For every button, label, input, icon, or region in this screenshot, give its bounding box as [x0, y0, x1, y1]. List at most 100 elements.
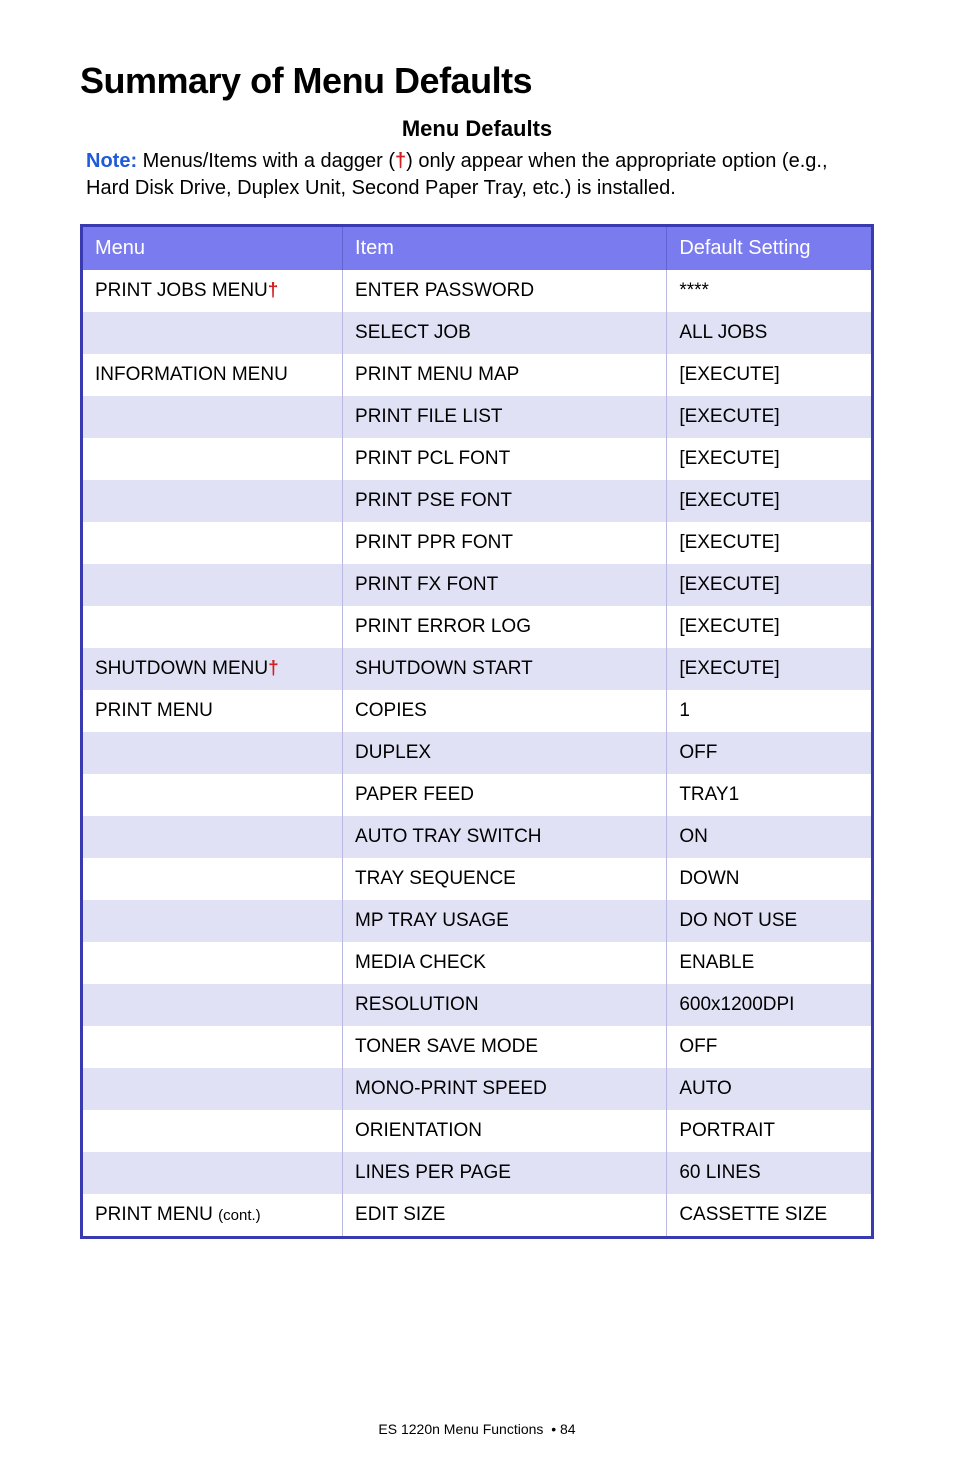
cell-item: ORIENTATION: [343, 1110, 667, 1152]
cell-menu: [82, 438, 343, 480]
cell-item: SELECT JOB: [343, 312, 667, 354]
cell-menu: [82, 564, 343, 606]
table-row: PRINT PCL FONT[EXECUTE]: [82, 438, 873, 480]
cell-item: RESOLUTION: [343, 984, 667, 1026]
cell-default: AUTO: [667, 1068, 873, 1110]
note-text-before: Menus/Items with a dagger (: [137, 150, 395, 172]
cell-item: SHUTDOWN START: [343, 648, 667, 690]
table-row: INFORMATION MENUPRINT MENU MAP[EXECUTE]: [82, 354, 873, 396]
header-menu: Menu: [82, 226, 343, 271]
table-row: SHUTDOWN MENU†SHUTDOWN START[EXECUTE]: [82, 648, 873, 690]
cell-default: [EXECUTE]: [667, 606, 873, 648]
table-row: MONO-PRINT SPEEDAUTO: [82, 1068, 873, 1110]
cell-default: DO NOT USE: [667, 900, 873, 942]
cell-default: 600x1200DPI: [667, 984, 873, 1026]
cell-menu: [82, 774, 343, 816]
cell-item: MEDIA CHECK: [343, 942, 667, 984]
table-row: PRINT ERROR LOG[EXECUTE]: [82, 606, 873, 648]
cell-menu: [82, 732, 343, 774]
cell-default: [EXECUTE]: [667, 396, 873, 438]
cell-item: LINES PER PAGE: [343, 1152, 667, 1194]
cell-menu: [82, 480, 343, 522]
cell-menu: [82, 312, 343, 354]
cell-default: 1: [667, 690, 873, 732]
cell-default: [EXECUTE]: [667, 522, 873, 564]
dagger-icon: †: [268, 280, 279, 301]
cell-default: [EXECUTE]: [667, 354, 873, 396]
page-subtitle: Menu Defaults: [80, 116, 874, 142]
cell-default: [EXECUTE]: [667, 480, 873, 522]
cell-menu: [82, 816, 343, 858]
dagger-icon: †: [268, 658, 279, 679]
table-row: PAPER FEEDTRAY1: [82, 774, 873, 816]
cell-item: PAPER FEED: [343, 774, 667, 816]
cell-menu: [82, 1068, 343, 1110]
cell-default: ****: [667, 270, 873, 312]
cell-menu: [82, 1110, 343, 1152]
cell-menu: [82, 396, 343, 438]
cell-menu: INFORMATION MENU: [82, 354, 343, 396]
cell-item: TONER SAVE MODE: [343, 1026, 667, 1068]
table-row: PRINT PSE FONT[EXECUTE]: [82, 480, 873, 522]
cell-default: PORTRAIT: [667, 1110, 873, 1152]
table-row: LINES PER PAGE60 LINES: [82, 1152, 873, 1194]
table-row: PRINT FILE LIST[EXECUTE]: [82, 396, 873, 438]
table-header-row: Menu Item Default Setting: [82, 226, 873, 271]
cell-default: 60 LINES: [667, 1152, 873, 1194]
footer-page: 84: [560, 1421, 576, 1437]
cell-default: DOWN: [667, 858, 873, 900]
table-row: DUPLEXOFF: [82, 732, 873, 774]
cell-item: PRINT FILE LIST: [343, 396, 667, 438]
table-row: PRINT MENU COPIES1: [82, 690, 873, 732]
table-row: PRINT MENU (cont.)EDIT SIZECASSETTE SIZE: [82, 1194, 873, 1238]
cell-menu: PRINT JOBS MENU†: [82, 270, 343, 312]
table-row: SELECT JOBALL JOBS: [82, 312, 873, 354]
cell-menu: SHUTDOWN MENU†: [82, 648, 343, 690]
cell-item: PRINT ERROR LOG: [343, 606, 667, 648]
cell-default: [EXECUTE]: [667, 564, 873, 606]
note-label: Note:: [86, 150, 137, 172]
cell-default: [EXECUTE]: [667, 438, 873, 480]
cell-menu: PRINT MENU (cont.): [82, 1194, 343, 1238]
cell-item: EDIT SIZE: [343, 1194, 667, 1238]
cell-item: PRINT PCL FONT: [343, 438, 667, 480]
table-row: PRINT PPR FONT[EXECUTE]: [82, 522, 873, 564]
cell-menu: [82, 942, 343, 984]
table-row: MP TRAY USAGEDO NOT USE: [82, 900, 873, 942]
cell-menu: PRINT MENU: [82, 690, 343, 732]
page-footer: ES 1220n Menu Functions • 84: [0, 1421, 954, 1437]
cell-menu: [82, 1026, 343, 1068]
cell-item: PRINT PSE FONT: [343, 480, 667, 522]
cell-menu: [82, 606, 343, 648]
cell-item: COPIES: [343, 690, 667, 732]
dagger-icon: †: [395, 150, 406, 172]
cell-menu: [82, 984, 343, 1026]
cell-menu: [82, 858, 343, 900]
table-row: AUTO TRAY SWITCHON: [82, 816, 873, 858]
header-item: Item: [343, 226, 667, 271]
cell-default: ON: [667, 816, 873, 858]
cell-item: MP TRAY USAGE: [343, 900, 667, 942]
cell-default: CASSETTE SIZE: [667, 1194, 873, 1238]
cell-default: OFF: [667, 732, 873, 774]
cell-item: PRINT FX FONT: [343, 564, 667, 606]
table-row: TRAY SEQUENCEDOWN: [82, 858, 873, 900]
cell-default: ENABLE: [667, 942, 873, 984]
cell-default: ALL JOBS: [667, 312, 873, 354]
footer-bullet-icon: •: [551, 1421, 556, 1437]
cell-default: OFF: [667, 1026, 873, 1068]
cell-menu: [82, 522, 343, 564]
cell-item: DUPLEX: [343, 732, 667, 774]
cell-menu: [82, 1152, 343, 1194]
menu-text: INFORMATION MENU: [95, 364, 288, 385]
defaults-table: Menu Item Default Setting PRINT JOBS MEN…: [80, 224, 874, 1239]
menu-cont: (cont.): [218, 1207, 261, 1224]
menu-text: PRINT MENU: [95, 700, 213, 721]
note-paragraph: Note: Menus/Items with a dagger (†) only…: [86, 148, 868, 202]
menu-text: PRINT JOBS MENU: [95, 280, 268, 301]
cell-item: PRINT PPR FONT: [343, 522, 667, 564]
footer-text: ES 1220n Menu Functions: [378, 1421, 543, 1437]
table-row: RESOLUTION600x1200DPI: [82, 984, 873, 1026]
cell-menu: [82, 900, 343, 942]
cell-default: [EXECUTE]: [667, 648, 873, 690]
